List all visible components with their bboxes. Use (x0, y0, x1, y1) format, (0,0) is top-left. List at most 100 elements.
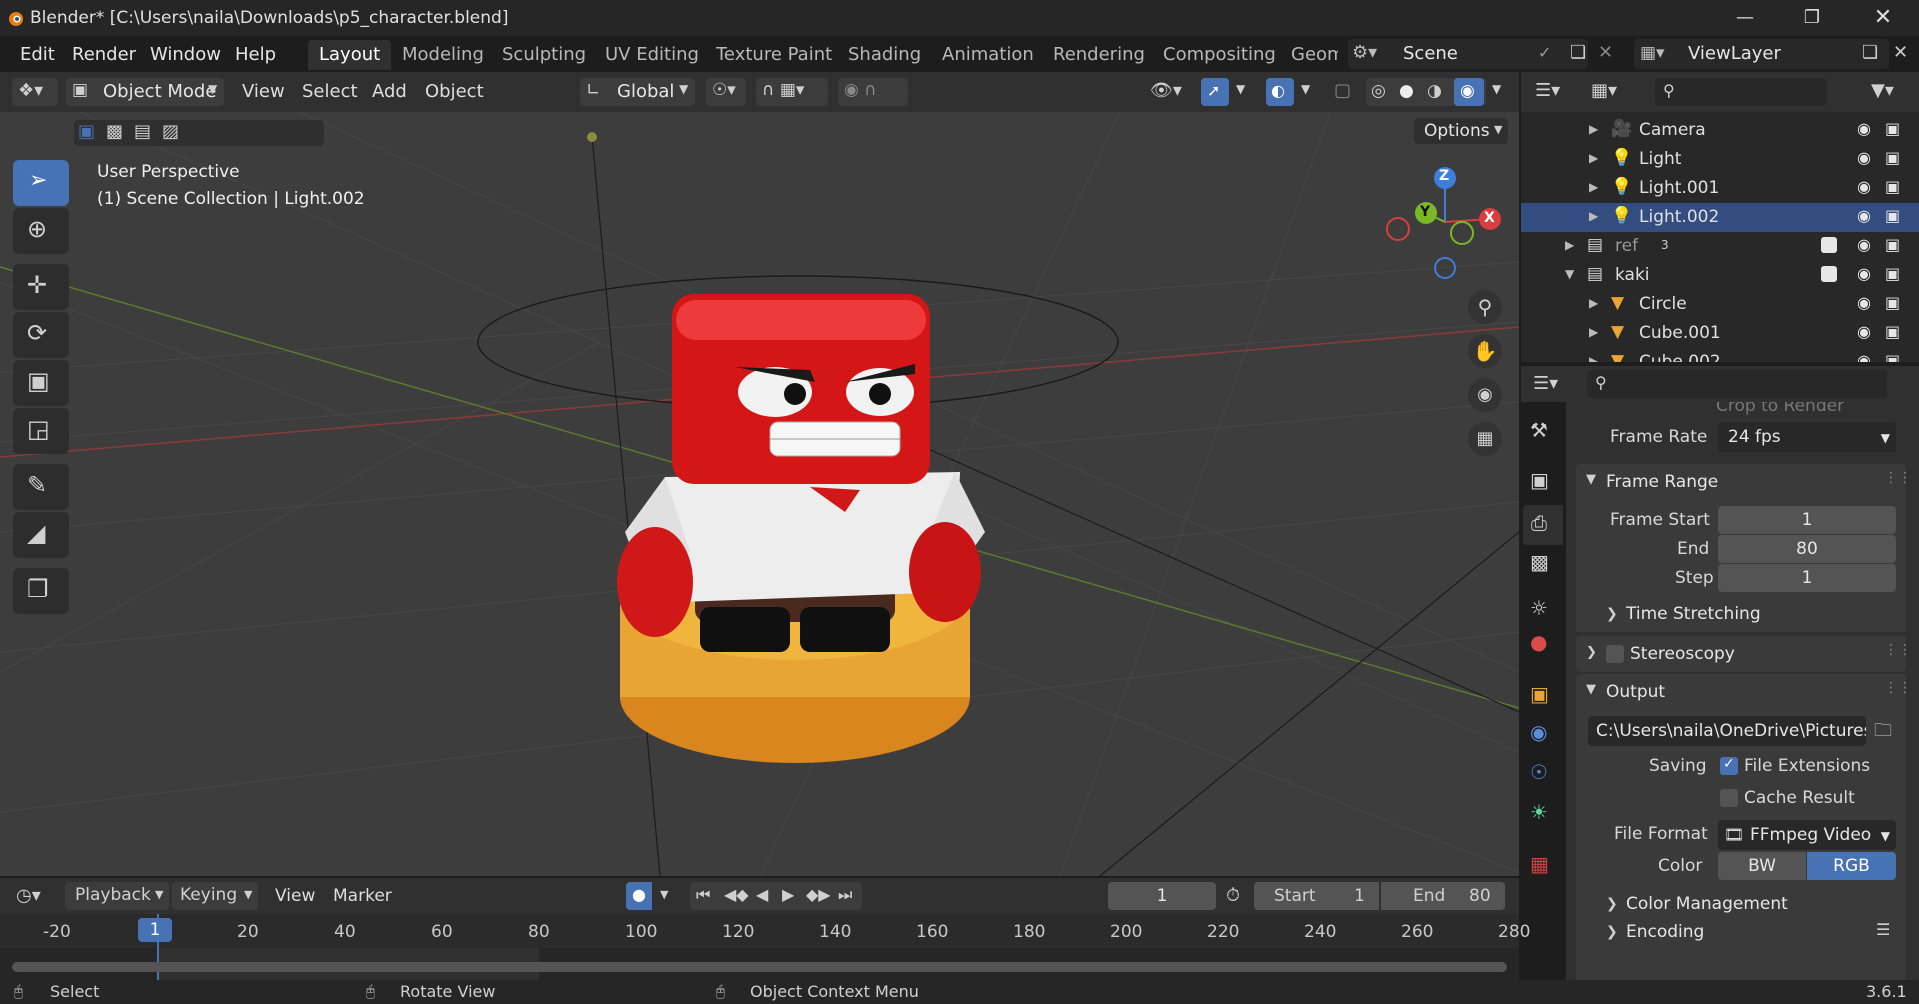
time-stretching-subpanel[interactable]: Time Stretching (1626, 604, 1761, 624)
minimize-button[interactable]: — (1720, 4, 1770, 32)
tab-compositing[interactable]: Compositing (1152, 40, 1287, 70)
eye-icon[interactable]: ◉ (1857, 177, 1871, 196)
menu-window[interactable]: Window (150, 44, 221, 65)
render-visibility-icon[interactable]: ▣ (1885, 119, 1900, 138)
render-visibility-icon[interactable]: ▣ (1885, 206, 1900, 225)
world-tab-icon[interactable]: ● (1530, 630, 1560, 664)
eye-icon[interactable]: ◉ (1857, 322, 1871, 341)
select-new-icon[interactable]: ▣ (78, 121, 95, 142)
tab-texture-paint[interactable]: Texture Paint (705, 40, 843, 70)
auto-keying-toggle[interactable]: ● (626, 882, 652, 910)
output-tab[interactable]: ⎙ (1523, 505, 1563, 545)
filter-icon[interactable]: ▼▾ (1871, 80, 1894, 101)
view-layer-tab-icon[interactable]: ▩ (1530, 550, 1560, 584)
output-panel-header[interactable]: ▼ Output ⋮⋮ (1576, 674, 1906, 710)
chevron-right-icon[interactable]: ▶ (1589, 325, 1598, 339)
frame-step-field[interactable]: 1 (1718, 564, 1896, 592)
drag-handle-icon[interactable]: ⋮⋮ (1884, 470, 1906, 486)
orientation-selector[interactable]: ∟ Global ▼ (580, 78, 695, 106)
render-visibility-icon[interactable]: ▣ (1885, 293, 1900, 312)
jump-start-icon[interactable]: ⏮ (696, 885, 710, 905)
measure-tool[interactable]: ◢ (13, 512, 69, 558)
cursor-tool[interactable]: ⊕ (13, 208, 69, 254)
encoding-subpanel[interactable]: Encoding (1626, 922, 1704, 942)
cache-result-checkbox[interactable] (1720, 789, 1738, 807)
menu-render[interactable]: Render (72, 44, 136, 65)
render-tab-icon[interactable]: ▣ (1530, 468, 1560, 502)
viewlayer-selector[interactable]: ▦▾ ViewLayer (1634, 39, 1889, 69)
play-reverse-icon[interactable]: ◀ (756, 885, 768, 904)
frame-rate-dropdown[interactable]: 24 fps ▼ (1718, 422, 1896, 452)
stereoscopy-panel-header[interactable]: ❯ Stereoscopy ⋮⋮ (1576, 636, 1906, 672)
material-shading-icon[interactable]: ◑ (1427, 81, 1442, 101)
color-bw-button[interactable]: BW (1718, 852, 1806, 880)
tool-tab-icon[interactable]: ⚒ (1530, 418, 1560, 452)
eye-icon[interactable]: ◉ (1857, 264, 1871, 283)
select-intersect-icon[interactable]: ▨ (162, 121, 179, 142)
editor-type-button[interactable]: ❖▾ (12, 78, 58, 106)
end-frame-field[interactable]: End 80 (1381, 882, 1505, 910)
eye-icon[interactable]: ◉ (1857, 293, 1871, 312)
timeline-scrollbar[interactable] (12, 962, 1507, 972)
chevron-right-icon[interactable]: ▶ (1565, 238, 1574, 252)
object-tab-icon[interactable]: ▣ (1530, 682, 1560, 716)
menu-select[interactable]: Select (302, 81, 358, 102)
chevron-down-icon[interactable]: ▼ (1301, 82, 1310, 96)
prev-keyframe-icon[interactable]: ◀◆ (724, 885, 749, 904)
add-cube-tool[interactable]: ❐ (13, 568, 69, 614)
character-model[interactable] (617, 294, 985, 763)
exclude-checkbox[interactable] (1821, 237, 1837, 253)
eye-icon[interactable]: ◉ (1857, 148, 1871, 167)
chevron-right-icon[interactable]: ❯ (1606, 606, 1618, 622)
timeline-area[interactable]: 1 -20 20 40 60 80 100 120 140 160 180 200 220 240 260… (0, 914, 1530, 980)
select-extend-icon[interactable]: ▩ (106, 121, 123, 142)
transform-tool[interactable]: ◲ (13, 408, 69, 454)
timeline-editor-icon[interactable]: ◷▾ (16, 885, 41, 906)
start-frame-field[interactable]: Start 1 (1254, 882, 1379, 910)
select-subtract-icon[interactable]: ▤ (134, 121, 151, 142)
move-tool[interactable]: ✛ (13, 264, 69, 310)
outliner-row-cube-002[interactable]: ▶ ▼ Cube.002 ◉ ▣ (1521, 348, 1919, 362)
drag-handle-icon[interactable]: ⋮⋮ (1884, 680, 1906, 696)
chevron-right-icon[interactable]: ▶ (1589, 151, 1598, 165)
frame-start-field[interactable]: 1 (1718, 506, 1896, 534)
3d-viewport[interactable]: ▣ ▩ ▤ ▨ User Perspective (1) Scene Colle… (0, 112, 1519, 876)
delete-scene-icon[interactable]: ✕ (1598, 42, 1613, 63)
outliner-row-light[interactable]: ▶ 💡 Light ◉ ▣ (1521, 145, 1919, 174)
file-format-dropdown[interactable]: 🎞 FFmpeg Video ▼ (1718, 820, 1896, 850)
tab-sculpting[interactable]: Sculpting (491, 40, 597, 70)
outliner-row-circle[interactable]: ▶ ▼ Circle ◉ ▣ (1521, 290, 1919, 319)
chevron-right-icon[interactable]: ▶ (1589, 180, 1598, 194)
chevron-right-icon[interactable]: ▶ (1589, 209, 1598, 223)
tab-shading[interactable]: Shading (837, 40, 932, 70)
outliner-row-ref[interactable]: ▶ ▤ ref 3 ◉ ▣ (1521, 232, 1919, 261)
modifier-tab-icon[interactable]: ◉ (1530, 720, 1560, 754)
play-icon[interactable]: ▶ (782, 885, 794, 904)
remove-viewlayer-icon[interactable]: ✕ (1893, 42, 1908, 63)
eye-icon[interactable]: ◉ (1857, 119, 1871, 138)
camera-view-icon[interactable]: ◉ (1468, 378, 1502, 412)
chevron-right-icon[interactable]: ❯ (1606, 896, 1618, 912)
solid-shading-icon[interactable]: ● (1399, 81, 1414, 101)
selection-mode-buttons[interactable]: ▣ ▩ ▤ ▨ (74, 120, 324, 146)
stopwatch-icon[interactable]: ⏱ (1226, 885, 1240, 906)
scene-tab-icon[interactable]: ☼ (1530, 596, 1560, 630)
new-scene-icon[interactable]: ❏ (1570, 42, 1586, 63)
display-mode-icon[interactable]: ▦▾ (1591, 80, 1617, 101)
outliner-row-light-002[interactable]: ▶ 💡 Light.002 ◉ ▣ (1521, 203, 1919, 232)
chevron-right-icon[interactable]: ❯ (1606, 924, 1618, 940)
outliner-search-input[interactable]: ⚲ (1655, 78, 1827, 106)
ortho-grid-icon[interactable]: ▦ (1468, 422, 1502, 456)
chevron-right-icon[interactable]: ▶ (1589, 296, 1598, 310)
chevron-down-icon[interactable]: ▼ (660, 888, 668, 901)
render-visibility-icon[interactable]: ▣ (1885, 322, 1900, 341)
outliner-row-light-001[interactable]: ▶ 💡 Light.001 ◉ ▣ (1521, 174, 1919, 203)
menu-help[interactable]: Help (235, 44, 276, 65)
menu-edit[interactable]: Edit (20, 44, 55, 65)
frame-end-field[interactable]: 80 (1718, 535, 1896, 563)
menu-add[interactable]: Add (372, 81, 407, 102)
output-path-field[interactable]: C:\Users\naila\OneDrive\Pictures\ (1588, 716, 1866, 746)
outliner-editor-icon[interactable]: ☰▾ (1535, 80, 1560, 101)
maximize-button[interactable]: ❐ (1787, 4, 1837, 32)
wireframe-shading-icon[interactable]: ◎ (1371, 81, 1386, 101)
